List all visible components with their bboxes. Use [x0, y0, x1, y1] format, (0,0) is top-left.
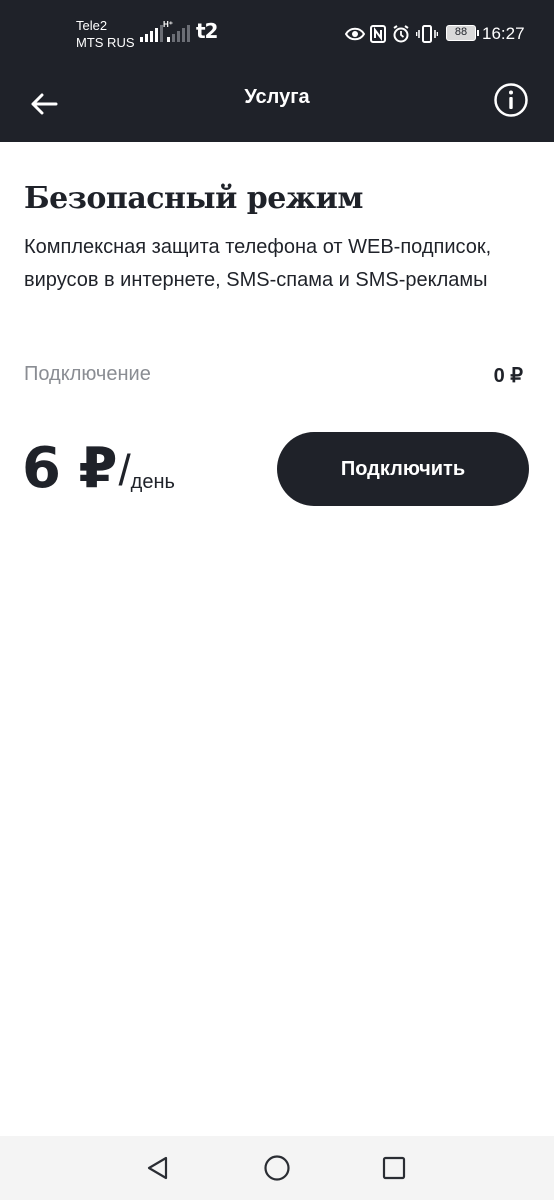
carrier-names: Tele2 MTS RUS [76, 17, 135, 51]
info-circle-icon [494, 83, 528, 117]
connect-button[interactable]: Подключить [277, 432, 529, 506]
nfc-icon [368, 23, 388, 45]
alarm-icon [391, 23, 411, 45]
battery-indicator: 88 [446, 25, 479, 41]
system-nav-bar [0, 1136, 554, 1200]
carrier-1: Tele2 [76, 18, 108, 33]
clock: 16:27 [482, 24, 525, 43]
price-period: день [130, 471, 175, 493]
carrier-2: MTS RUS [76, 35, 135, 50]
recents-square-icon[interactable] [378, 1152, 410, 1184]
vibrate-icon [415, 23, 439, 45]
back-triangle-icon[interactable] [142, 1152, 174, 1184]
page-title: Услуга [244, 86, 310, 108]
info-button[interactable] [490, 79, 532, 121]
service-description: Комплексная защита телефона от WEB-подпи… [24, 236, 492, 291]
daily-price: 6 ₽ / день [22, 436, 175, 502]
eye-icon [344, 23, 366, 45]
service-title: Безопасный режим [24, 181, 363, 216]
connection-fee-value: 0 ₽ [493, 365, 523, 387]
price-separator: / [118, 446, 131, 495]
home-circle-icon[interactable] [261, 1152, 293, 1184]
app-bar: Услуга [0, 66, 554, 142]
signal-strength-icon-2 [167, 22, 190, 42]
connection-fee-label: Подключение [24, 363, 151, 385]
status-bar: Tele2 MTS RUS H⁺ t2 88 16:27 [0, 0, 554, 66]
signal-strength-icon-1 [140, 22, 163, 42]
price-amount: 6 ₽ [22, 436, 117, 501]
operator-logo: t2 [196, 19, 219, 43]
